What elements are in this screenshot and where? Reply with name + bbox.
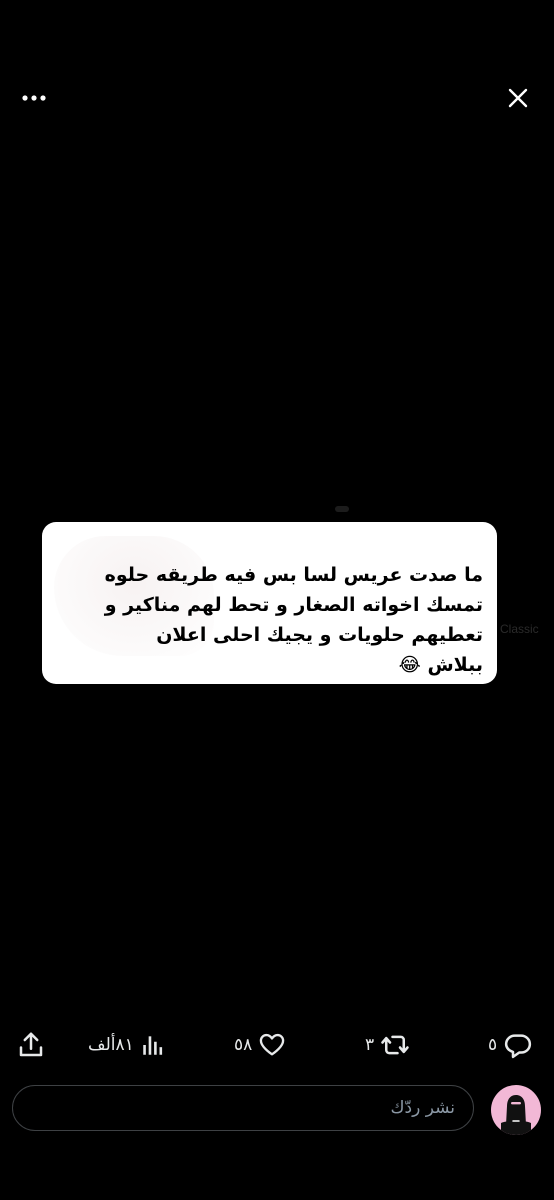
heart-icon xyxy=(260,1033,285,1056)
card-text-line: ما صدت عريس لسا بس فيه طريقه حلوه xyxy=(104,564,483,586)
background-mark xyxy=(335,506,349,512)
card-text-line: تمسك اخواته الصغار و تحط لهم مناكير و xyxy=(104,594,483,616)
text-card-image: ما صدت عريس لسا بس فيه طريقه حلوه تمسك ا… xyxy=(42,522,497,684)
like-count: ٥٨ xyxy=(234,1035,253,1055)
card-text: ما صدت عريس لسا بس فيه طريقه حلوه تمسك ا… xyxy=(63,560,483,680)
reply-bubble-icon xyxy=(505,1034,532,1059)
analytics-icon xyxy=(143,1036,162,1055)
action-bar: ٨١ألف ٥٨ ٣ ٥ xyxy=(0,1022,554,1068)
retweet-icon xyxy=(381,1035,409,1055)
more-horizontal-icon xyxy=(22,95,46,101)
like-button[interactable]: ٥٨ xyxy=(234,1022,286,1068)
reply-placeholder: نشر ردّك xyxy=(390,1098,455,1118)
reply-input[interactable]: نشر ردّك xyxy=(12,1085,474,1131)
card-text-line: تعطيهم حلويات و يجيك احلى اعلان xyxy=(156,624,483,646)
reply-button[interactable]: ٥ xyxy=(488,1022,533,1068)
avatar[interactable] xyxy=(491,1085,541,1135)
card-text-line: ببلاش 😂 xyxy=(398,654,483,676)
views-count: ٨١ألف xyxy=(88,1035,134,1055)
views-button[interactable]: ٨١ألف xyxy=(88,1022,166,1068)
share-icon xyxy=(19,1032,43,1057)
avatar-illustration xyxy=(501,1095,531,1135)
reply-count: ٥ xyxy=(488,1035,498,1055)
retweet-count: ٣ xyxy=(365,1035,375,1055)
more-options-button[interactable] xyxy=(14,80,54,116)
reply-composer: نشر ردّك xyxy=(0,1078,554,1138)
share-button[interactable] xyxy=(16,1022,46,1068)
close-icon xyxy=(508,88,528,108)
background-text: Classic xyxy=(500,622,539,636)
close-button[interactable] xyxy=(498,78,538,118)
retweet-button[interactable]: ٣ xyxy=(365,1022,410,1068)
